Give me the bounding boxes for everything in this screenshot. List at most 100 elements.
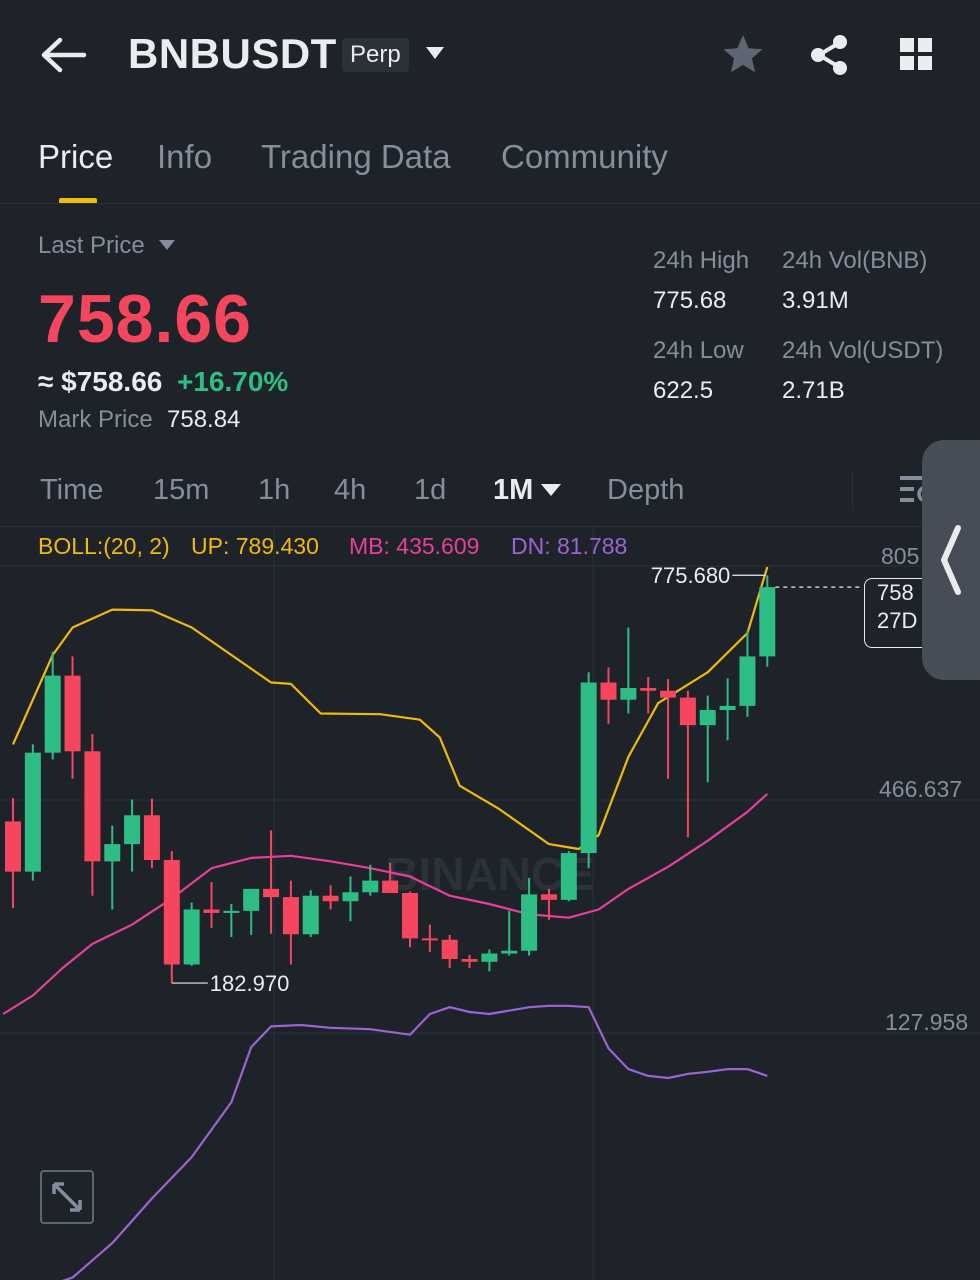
vol-bnb-24h-value: 3.91M bbox=[782, 287, 849, 314]
vol-usdt-24h-label: 24h Vol(USDT) bbox=[782, 337, 944, 364]
boll-indicator-name[interactable]: BOLL:(20, 2) bbox=[38, 533, 170, 560]
vol-usdt-24h-value: 2.71B bbox=[782, 377, 845, 404]
candle-7 bbox=[143, 798, 160, 869]
last-price-label[interactable]: Last Price bbox=[38, 232, 145, 260]
candle-body bbox=[660, 690, 677, 698]
interval-1h[interactable]: 1h bbox=[258, 474, 290, 507]
candle-body bbox=[302, 895, 319, 935]
candle-22 bbox=[441, 934, 458, 968]
candle-31 bbox=[620, 627, 637, 714]
candle-body bbox=[104, 844, 121, 862]
candle-30 bbox=[600, 667, 617, 724]
interval-15m[interactable]: 15m bbox=[153, 474, 209, 507]
contract-type-badge: Perp bbox=[342, 38, 409, 72]
tab-info[interactable]: Info bbox=[157, 138, 212, 176]
candle-body bbox=[481, 953, 498, 962]
candle-body bbox=[64, 675, 81, 752]
caret-down-icon[interactable] bbox=[540, 482, 562, 498]
low-annotation-label: 182.970 bbox=[210, 971, 290, 996]
high-annotation-label: 775.680 bbox=[651, 563, 731, 588]
candle-32 bbox=[640, 677, 657, 714]
candle-body bbox=[5, 821, 21, 872]
low-24h-label: 24h Low bbox=[653, 337, 744, 364]
candle-17 bbox=[342, 876, 359, 922]
candle-body bbox=[322, 895, 339, 902]
candle-14 bbox=[282, 880, 299, 965]
candle-37 bbox=[739, 630, 756, 717]
candle-body bbox=[382, 880, 399, 893]
candlestick-chart[interactable]: BINANCE 775.680182.970 bbox=[0, 526, 980, 1280]
interval-1d[interactable]: 1d bbox=[414, 474, 446, 507]
price-change-percent: +16.70% bbox=[177, 366, 289, 397]
boll-middle-band-line bbox=[2, 793, 769, 1015]
candle-34 bbox=[679, 690, 696, 838]
candle-20 bbox=[402, 891, 418, 948]
candle-25 bbox=[501, 910, 518, 956]
candle-16 bbox=[322, 885, 339, 910]
candle-1 bbox=[24, 744, 41, 881]
candle-body bbox=[739, 656, 756, 706]
caret-down-icon[interactable] bbox=[424, 44, 446, 62]
tab-price[interactable]: Price bbox=[38, 138, 113, 176]
candle-body bbox=[640, 688, 657, 691]
candle-body bbox=[163, 859, 180, 965]
last-price-value: 758.66 bbox=[38, 281, 252, 357]
boll-mb-value: MB: 435.609 bbox=[349, 533, 480, 559]
candle-body bbox=[521, 894, 538, 951]
candle-10 bbox=[203, 881, 220, 929]
candle-body bbox=[620, 688, 637, 700]
candle-body bbox=[203, 909, 220, 913]
candle-33 bbox=[660, 679, 677, 779]
pair-title[interactable]: BNBUSDT bbox=[128, 30, 337, 78]
high-24h-value: 775.68 bbox=[653, 287, 727, 314]
boll-lower-band-line bbox=[61, 1004, 768, 1280]
candle-body bbox=[679, 697, 696, 726]
side-panel-handle[interactable] bbox=[922, 440, 980, 680]
candle-body bbox=[699, 710, 716, 726]
high-24h-label: 24h High bbox=[653, 247, 750, 274]
candle-body bbox=[143, 815, 160, 860]
candle-29 bbox=[580, 672, 597, 869]
candle-body bbox=[759, 587, 776, 657]
candle-body bbox=[421, 938, 438, 941]
candle-6 bbox=[124, 799, 141, 872]
vol-bnb-24h-label: 24h Vol(BNB) bbox=[782, 247, 928, 274]
boll-upper-band-line bbox=[11, 566, 769, 851]
interval-time[interactable]: Time bbox=[40, 474, 103, 507]
interval-4h[interactable]: 4h bbox=[334, 474, 366, 507]
tab-community[interactable]: Community bbox=[501, 138, 668, 176]
candle-body bbox=[560, 853, 577, 900]
boll-up-value: UP: 789.430 bbox=[191, 533, 319, 559]
interval-depth[interactable]: Depth bbox=[607, 474, 684, 507]
grid-icon[interactable] bbox=[894, 34, 940, 80]
candle-36 bbox=[719, 678, 736, 741]
y-axis-label-mid: 466.637 bbox=[879, 776, 963, 802]
mark-price-value: 758.84 bbox=[167, 406, 241, 433]
back-arrow-icon[interactable] bbox=[38, 32, 88, 78]
candle-body bbox=[84, 751, 101, 862]
candle-body bbox=[243, 888, 260, 911]
candle-0 bbox=[5, 798, 21, 909]
candle-3 bbox=[64, 656, 81, 779]
interval-1m[interactable]: 1M bbox=[493, 474, 533, 507]
candle-38 bbox=[759, 575, 776, 667]
usd-equivalent: ≈ $758.66 bbox=[38, 366, 163, 397]
candle-body bbox=[540, 894, 557, 900]
tab-trading-data[interactable]: Trading Data bbox=[261, 138, 451, 176]
candle-35 bbox=[699, 695, 716, 783]
fullscreen-expand-icon[interactable] bbox=[40, 1170, 94, 1224]
star-icon[interactable] bbox=[720, 32, 766, 78]
caret-down-icon[interactable] bbox=[158, 238, 176, 252]
candle-4 bbox=[84, 734, 101, 896]
y-axis-label-bottom: 127.958 bbox=[885, 1009, 969, 1035]
candle-body bbox=[24, 752, 41, 872]
candle-body bbox=[44, 675, 61, 753]
candle-body bbox=[501, 950, 518, 954]
candle-body bbox=[282, 897, 299, 935]
candle-body bbox=[124, 815, 141, 845]
share-icon[interactable] bbox=[806, 32, 852, 78]
candle-21 bbox=[421, 924, 438, 953]
candle-body bbox=[580, 682, 597, 854]
low-24h-value: 622.5 bbox=[653, 377, 714, 404]
candle-23 bbox=[461, 954, 478, 968]
